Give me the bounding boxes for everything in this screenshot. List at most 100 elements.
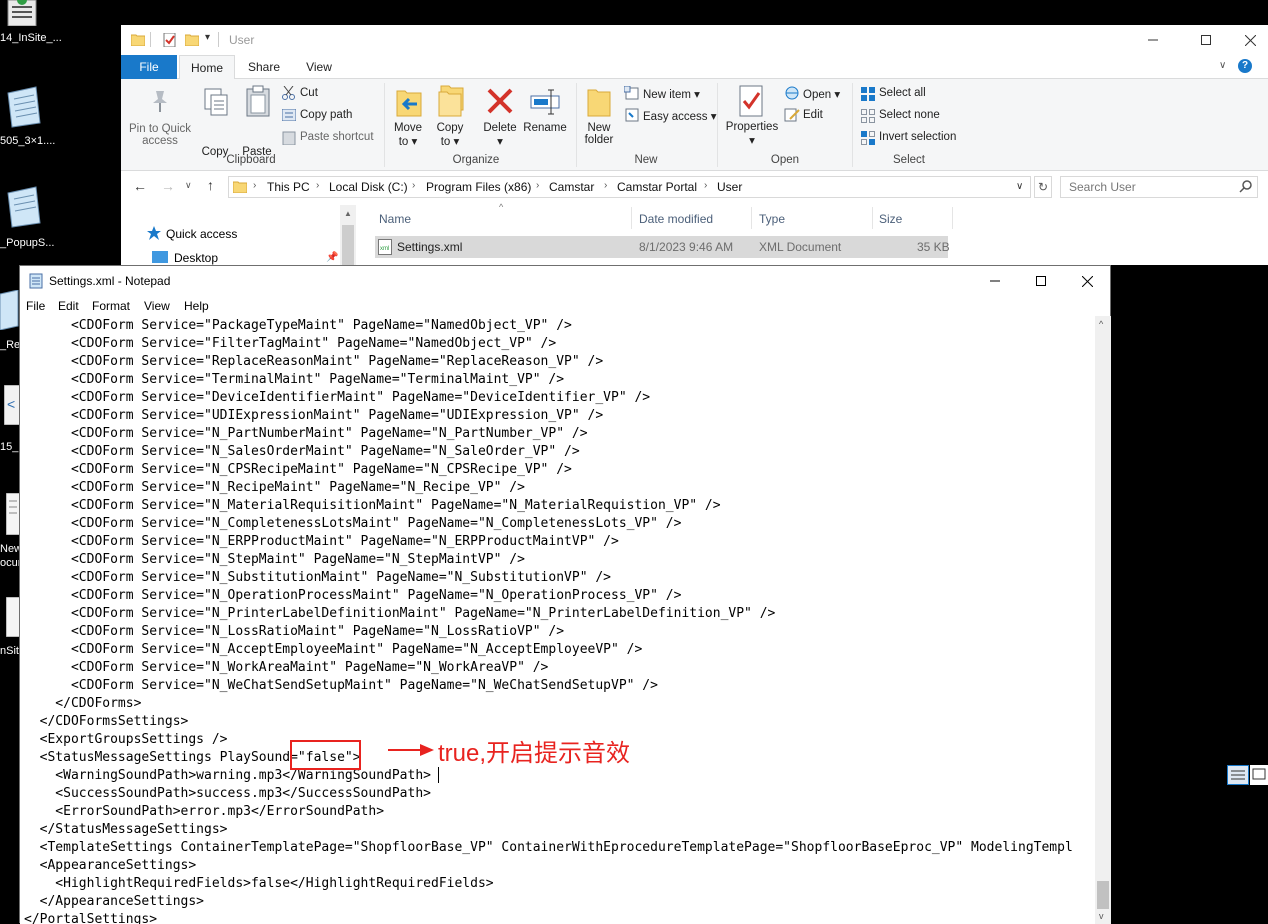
editor-line: </CDOForms> bbox=[24, 696, 142, 711]
search-placeholder: Search User bbox=[1069, 180, 1136, 194]
rename-button[interactable]: Rename bbox=[521, 122, 569, 134]
scroll-down-icon[interactable]: v bbox=[1099, 911, 1104, 921]
close-button[interactable] bbox=[1064, 266, 1110, 296]
table-row[interactable]: xml Settings.xml 8/1/2023 9:46 AM XML Do… bbox=[375, 236, 950, 258]
breadcrumb-item[interactable]: User bbox=[717, 180, 742, 194]
open-button[interactable]: Open ▾ bbox=[803, 87, 840, 101]
scroll-up-icon[interactable]: ^ bbox=[1099, 319, 1103, 329]
minimize-button[interactable] bbox=[1130, 25, 1176, 55]
desktop-icon-label: 14_InSite_... bbox=[0, 32, 62, 44]
editor-line: <CDOForm Service="FilterTagMaint" PageNa… bbox=[24, 336, 557, 351]
copy-path-button[interactable]: Copy path bbox=[300, 109, 352, 121]
select-all-button[interactable]: Select all bbox=[879, 87, 926, 99]
xml-file-icon: xml bbox=[378, 239, 392, 258]
qat-dropdown-icon[interactable]: ▾ bbox=[205, 32, 210, 43]
help-icon[interactable]: ? bbox=[1238, 59, 1252, 73]
column-header-date[interactable]: Date modified bbox=[639, 212, 713, 226]
nav-scrollbar[interactable]: ▲ bbox=[340, 205, 356, 265]
tab-share[interactable]: Share bbox=[239, 55, 289, 79]
expand-ribbon-icon[interactable]: ∨ bbox=[1219, 60, 1226, 71]
minimize-button[interactable] bbox=[972, 266, 1018, 296]
maximize-button[interactable] bbox=[1183, 25, 1229, 55]
editor-line: <TemplateSettings ContainerTemplatePage=… bbox=[24, 840, 1073, 855]
editor-line: <CDOForm Service="ReplaceReasonMaint" Pa… bbox=[24, 354, 604, 369]
address-dropdown-icon[interactable]: ∨ bbox=[1016, 181, 1023, 192]
paste-shortcut-button[interactable]: Paste shortcut bbox=[300, 131, 374, 143]
file-icon: < bbox=[3, 384, 21, 426]
move-to-button[interactable]: Move to ▾ bbox=[389, 122, 427, 148]
breadcrumb-item[interactable]: Camstar Portal bbox=[617, 180, 697, 194]
tab-file[interactable]: File bbox=[121, 55, 177, 79]
select-none-button[interactable]: Select none bbox=[879, 109, 940, 121]
text-editor[interactable]: <CDOForm Service="PackageTypeMaint" Page… bbox=[20, 316, 1095, 924]
menu-view[interactable]: View bbox=[144, 299, 170, 313]
breadcrumb-item[interactable]: Local Disk (C:) bbox=[329, 180, 408, 194]
annotation-text: true,开启提示音效 bbox=[438, 740, 631, 767]
menu-help[interactable]: Help bbox=[184, 299, 209, 313]
close-button[interactable] bbox=[1227, 25, 1268, 55]
recent-locations-icon[interactable]: ∨ bbox=[185, 180, 192, 191]
column-divider[interactable] bbox=[751, 207, 752, 229]
column-header-name[interactable]: Name bbox=[379, 212, 411, 226]
editor-line: <CDOForm Service="TerminalMaint" PageNam… bbox=[24, 372, 565, 387]
new-folder-button[interactable]: New folder bbox=[579, 122, 619, 146]
details-view-icon[interactable] bbox=[1227, 765, 1249, 785]
large-icons-view-icon[interactable] bbox=[1250, 765, 1268, 785]
file-list: ^ Name Date modified Type Size xml Setti… bbox=[356, 202, 1268, 265]
column-divider[interactable] bbox=[631, 207, 632, 229]
invert-selection-button[interactable]: Invert selection bbox=[879, 131, 956, 143]
column-header-size[interactable]: Size bbox=[879, 212, 902, 226]
easy-access-icon bbox=[624, 108, 640, 125]
annotation-arrow-icon bbox=[388, 744, 434, 756]
forward-arrow-icon[interactable]: → bbox=[161, 178, 175, 194]
paste-icon bbox=[245, 85, 271, 120]
chevron-right-icon: › bbox=[412, 180, 416, 191]
vertical-scrollbar[interactable]: ^ v bbox=[1095, 316, 1111, 924]
menu-edit[interactable]: Edit bbox=[58, 299, 79, 313]
editor-line: <CDOForm Service="N_StepMaint" PageName=… bbox=[24, 552, 525, 567]
folder-icon bbox=[130, 33, 146, 47]
up-arrow-icon[interactable]: ↑ bbox=[207, 177, 214, 193]
menu-format[interactable]: Format bbox=[92, 299, 130, 313]
nav-item-quick-access[interactable]: Quick access bbox=[166, 227, 237, 241]
new-item-button[interactable]: New item ▾ bbox=[643, 87, 700, 101]
edit-button[interactable]: Edit bbox=[803, 109, 823, 121]
copy-to-button[interactable]: Copy to ▾ bbox=[431, 122, 469, 148]
column-divider[interactable] bbox=[872, 207, 873, 229]
new-folder-icon bbox=[586, 86, 612, 121]
refresh-icon[interactable]: ↻ bbox=[1034, 176, 1052, 198]
easy-access-button[interactable]: Easy access ▾ bbox=[643, 109, 717, 123]
scroll-up-icon[interactable]: ▲ bbox=[344, 209, 352, 218]
maximize-button[interactable] bbox=[1018, 266, 1064, 296]
address-bar[interactable]: › This PC › Local Disk (C:) › Program Fi… bbox=[228, 176, 1031, 198]
delete-button[interactable]: Delete ▾ bbox=[479, 122, 521, 148]
nav-item-desktop[interactable]: Desktop bbox=[174, 251, 218, 265]
breadcrumb-item[interactable]: Camstar bbox=[549, 180, 594, 194]
back-arrow-icon[interactable]: ← bbox=[133, 178, 147, 194]
new-folder-icon[interactable] bbox=[184, 33, 200, 47]
notepad-file-icon bbox=[2, 185, 42, 229]
scroll-thumb[interactable] bbox=[1097, 881, 1109, 909]
tab-view[interactable]: View bbox=[293, 55, 345, 79]
search-input[interactable]: Search User bbox=[1060, 176, 1258, 198]
window-title: User bbox=[229, 33, 255, 47]
cut-button[interactable]: Cut bbox=[300, 87, 318, 99]
tab-home[interactable]: Home bbox=[179, 55, 235, 80]
column-divider[interactable] bbox=[952, 207, 953, 229]
view-toggle-buttons bbox=[1227, 765, 1268, 785]
column-header-type[interactable]: Type bbox=[759, 212, 785, 226]
menu-file[interactable]: File bbox=[26, 299, 45, 313]
copy-icon bbox=[203, 87, 229, 120]
breadcrumb-item[interactable]: Program Files (x86) bbox=[426, 180, 531, 194]
group-label-open: Open bbox=[770, 154, 800, 166]
scroll-thumb[interactable] bbox=[342, 225, 354, 265]
editor-line: <CDOForm Service="N_MaterialRequisitionM… bbox=[24, 498, 721, 513]
delete-icon bbox=[486, 87, 514, 118]
pin-to-quick-access-button[interactable]: Pin to Quick access bbox=[126, 123, 194, 147]
editor-line: <CDOForm Service="PackageTypeMaint" Page… bbox=[24, 318, 572, 333]
document-icon bbox=[5, 492, 21, 536]
properties-check-icon[interactable] bbox=[163, 32, 177, 48]
properties-button[interactable]: Properties ▾ bbox=[721, 121, 783, 147]
breadcrumb-item[interactable]: This PC bbox=[267, 180, 310, 194]
editor-line: </AppearanceSettings> bbox=[24, 894, 205, 909]
